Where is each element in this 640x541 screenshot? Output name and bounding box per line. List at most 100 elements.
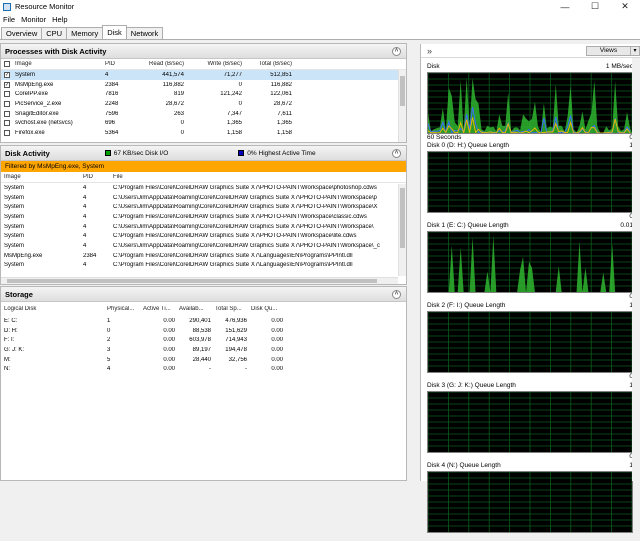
tab-cpu[interactable]: CPU: [41, 27, 68, 39]
table-row[interactable]: F: I: 2 0.00 603,978 714,943 0.00: [1, 335, 406, 345]
disk-activity-hscrollbar[interactable]: [1, 277, 398, 284]
cell-total: 1,158: [276, 129, 292, 136]
menu-help[interactable]: Help: [49, 15, 70, 24]
table-row[interactable]: System 4 C:\Users\Jim\AppData\Roaming\Core…: [1, 193, 406, 203]
cell-pid: 2384: [105, 81, 119, 88]
minimize-button[interactable]: —: [550, 0, 580, 13]
graph-canvas: [428, 232, 632, 292]
table-row[interactable]: System 4 C:\Users\Jim\AppData\Roaming\Core…: [1, 202, 406, 212]
col-file[interactable]: File: [111, 174, 391, 180]
select-all-checkbox[interactable]: [4, 61, 10, 67]
col-pid[interactable]: PID: [103, 61, 131, 67]
tab-disk[interactable]: Disk: [102, 25, 127, 39]
collapse-icon[interactable]: ˄: [392, 290, 401, 299]
table-row[interactable]: MsMpEng.exe 2384 C:\Program Files\Corel\Co…: [1, 251, 406, 261]
table-row[interactable]: ✓ System 4 441,574 71,277 512,851: [1, 70, 406, 80]
cell-total: 116,882: [270, 81, 292, 88]
tab-memory[interactable]: Memory: [66, 27, 104, 39]
storage-header[interactable]: Storage ˄: [1, 287, 406, 302]
table-row[interactable]: System 4 C:\Users\Jim\AppData\Roaming\Core…: [1, 222, 406, 232]
menu-monitor[interactable]: Monitor: [18, 15, 49, 24]
col-active-time[interactable]: Active Ti...: [141, 306, 177, 312]
row-checkbox[interactable]: ✓: [4, 81, 10, 88]
menu-bar: File Monitor Help: [0, 13, 640, 26]
table-row[interactable]: D: H: 0 0.00 88,538 151,629 0.00: [1, 326, 406, 336]
pane-splitter[interactable]: [408, 41, 420, 481]
row-checkbox[interactable]: [4, 110, 10, 117]
graphs-scrollbar[interactable]: [632, 58, 640, 481]
table-row[interactable]: System 4 C:\Program Files\Corel\CorelDRAW …: [1, 212, 406, 222]
maximize-button[interactable]: ☐: [580, 0, 610, 13]
table-row[interactable]: System 4 C:\Program Files\Corel\CorelDRAW …: [1, 183, 406, 193]
cell-file: C:\Program Files\Corel\CorelDRAW Graphic…: [113, 262, 353, 269]
filter-bar: Filtered by MsMpEng.exe, System: [1, 161, 406, 172]
table-row[interactable]: svchost.exe (netsvcs) 696 0 1,365 1,365: [1, 118, 406, 128]
table-row[interactable]: PicService_2.exe 2248 28,672 0 28,672: [1, 99, 406, 109]
graph-panel: Disk 1 (E: C:) Queue Length0.01 0: [427, 222, 633, 301]
col-total-space[interactable]: Total Sp...: [213, 306, 249, 312]
cell-pid: 2384: [83, 252, 97, 259]
graph-panel: Disk 2 (F: I:) Queue Length1 0: [427, 302, 633, 381]
col-available[interactable]: Availab...: [177, 306, 213, 312]
views-button[interactable]: Views: [586, 46, 631, 56]
menu-file[interactable]: File: [0, 15, 18, 24]
row-checkbox[interactable]: [4, 129, 10, 136]
table-row[interactable]: G: J: K: 3 0.00 89,197 194,478 0.00: [1, 345, 406, 355]
processes-header[interactable]: Processes with Disk Activity ˄: [1, 44, 406, 59]
cell-pid: 2248: [105, 100, 119, 107]
table-row[interactable]: N: 4 0.00 - - 0.00: [1, 364, 406, 374]
expand-arrow-icon[interactable]: »: [427, 46, 432, 56]
table-row[interactable]: System 4 C:\Program Files\Corel\CorelDRAW …: [1, 231, 406, 241]
col-image[interactable]: Image: [13, 61, 103, 67]
graph-canvas: [428, 152, 632, 212]
table-row[interactable]: System 4 C:\Users\Jim\AppData\Roaming\Core…: [1, 241, 406, 251]
row-checkbox[interactable]: ✓: [4, 71, 10, 78]
processes-table: ✓ System 4 441,574 71,277 512,851 ✓ MsMpEng.exe…: [1, 70, 406, 138]
scrollbar-thumb[interactable]: [7, 279, 377, 283]
col-write[interactable]: Write (B/sec): [186, 61, 244, 67]
row-checkbox[interactable]: [4, 100, 10, 107]
col-disk-queue[interactable]: Disk Qu...: [249, 306, 285, 312]
cell-total: -: [245, 366, 247, 373]
col-image[interactable]: Image: [1, 174, 81, 180]
tab-overview[interactable]: Overview: [1, 27, 43, 39]
cell-pid: 7596: [105, 110, 119, 117]
graph-footer: 60 Seconds0: [427, 134, 633, 142]
disk-activity-vscrollbar[interactable]: [398, 184, 406, 276]
processes-scrollbar[interactable]: [398, 70, 406, 142]
col-total[interactable]: Total (B/sec): [244, 61, 294, 67]
cell-write: 1,158: [226, 129, 242, 136]
row-checkbox[interactable]: [4, 120, 10, 127]
table-row[interactable]: CorelPP.exe 7816 819 121,242 122,061: [1, 89, 406, 99]
col-logical-disk[interactable]: Logical Disk: [1, 306, 105, 312]
cell-pid: 7816: [105, 91, 119, 98]
cell-queue: 0.00: [271, 337, 283, 344]
chevron-down-icon[interactable]: ▾: [631, 46, 640, 56]
scrollbar-thumb[interactable]: [400, 188, 405, 248]
col-read[interactable]: Read (B/sec): [131, 61, 186, 67]
disk-activity-header[interactable]: Disk Activity 67 KB/sec Disk I/O 0% High…: [1, 146, 406, 161]
col-physical[interactable]: Physical...: [105, 306, 141, 312]
cell-pid: 4: [83, 194, 87, 201]
cell-read: 819: [173, 91, 184, 98]
left-pane: Processes with Disk Activity ˄ Image PID…: [0, 41, 407, 481]
cell-image: CorelPP.exe: [15, 91, 48, 98]
cell-available: 290,401: [189, 317, 211, 324]
cell-read: 263: [173, 110, 184, 117]
graph-panel: Disk 3 (G: J: K:) Queue Length1 0: [427, 382, 633, 461]
tab-network[interactable]: Network: [125, 27, 164, 39]
scrollbar-thumb[interactable]: [400, 76, 405, 106]
collapse-icon[interactable]: ˄: [392, 47, 401, 56]
table-row[interactable]: Firefox.exe 5364 0 1,158 1,158: [1, 128, 406, 138]
table-row[interactable]: SnagitEditor.exe 7596 263 7,347 7,611: [1, 109, 406, 119]
close-button[interactable]: ✕: [610, 0, 640, 13]
cell-total: 32,756: [228, 356, 247, 363]
table-row[interactable]: E: C: 1 0.00 290,401 476,936 0.00: [1, 316, 406, 326]
table-row[interactable]: System 4 C:\Program Files\Corel\CorelDRAW …: [1, 261, 406, 271]
col-pid[interactable]: PID: [81, 174, 111, 180]
row-checkbox[interactable]: [4, 91, 10, 98]
table-row[interactable]: ✓ MsMpEng.exe 2384 116,882 0 116,882: [1, 80, 406, 90]
collapse-icon[interactable]: ˄: [392, 149, 401, 158]
cell-total: 122,061: [270, 91, 292, 98]
table-row[interactable]: M: 5 0.00 28,440 32,756 0.00: [1, 355, 406, 365]
